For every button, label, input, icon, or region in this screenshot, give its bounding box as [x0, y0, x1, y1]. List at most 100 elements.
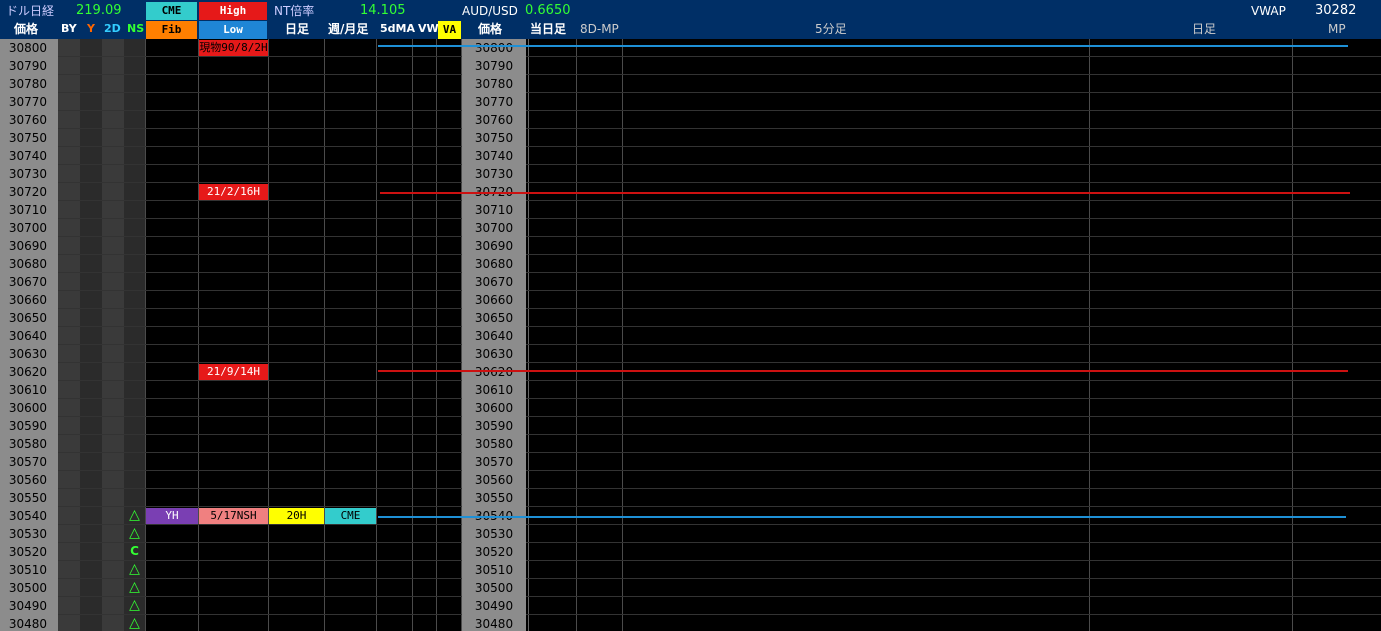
- price-cell: 30710: [474, 203, 514, 217]
- today-column-header: 当日足: [530, 22, 567, 36]
- price-cell: 30580: [474, 437, 514, 451]
- ns-marker: △: [129, 579, 140, 595]
- price-column-right: 30800 30790 30780 30770 30760 30750 30740 30730…: [462, 39, 526, 631]
- row-line: [0, 200, 1381, 201]
- price-cell: 30520: [8, 545, 47, 559]
- price-cell: 30490: [474, 599, 514, 613]
- row-line: [0, 560, 1381, 561]
- price-ladder-grid: 30800 30790 30780 30770 30760 30750 30740 30730…: [0, 39, 1381, 631]
- nt-ratio-value: 14.105: [360, 3, 406, 18]
- row-line: [0, 434, 1381, 435]
- row-line: [0, 452, 1381, 453]
- price-cell: 30630: [474, 347, 514, 361]
- price-cell: 30520: [474, 545, 514, 559]
- price-cell: 30510: [8, 563, 47, 577]
- row-line: [0, 218, 1381, 219]
- weekly-monthly-column-header: 週/月足: [328, 22, 369, 36]
- label-30800: 現物90/8/2H: [199, 40, 268, 56]
- vw-column-header: VW: [418, 22, 439, 35]
- y-column-header: Y: [87, 22, 95, 35]
- row-line: [0, 470, 1381, 471]
- price-cell: 30780: [8, 77, 47, 91]
- fib-header-button[interactable]: Fib: [146, 21, 197, 39]
- 5min-column-header: 5分足: [815, 22, 847, 36]
- daily-column-header: 日足: [285, 22, 310, 36]
- row-line: [0, 380, 1381, 381]
- price-cell: 30700: [8, 221, 47, 235]
- ns-marker: △: [129, 525, 140, 541]
- row-line: [0, 128, 1381, 129]
- price-cell: 30550: [8, 491, 47, 505]
- cme-header-button[interactable]: CME: [146, 2, 197, 20]
- price-cell: 30570: [474, 455, 514, 469]
- price-cell: 30500: [8, 581, 47, 595]
- price-column-left: 30800 30790 30780 30770 30760 30750 30740 30730…: [0, 39, 58, 631]
- price-cell: 30760: [8, 113, 47, 127]
- by-column-header: BY: [61, 22, 77, 35]
- ns-marker: △: [129, 561, 140, 577]
- price-cell: 30750: [8, 131, 47, 145]
- dollar-nikkei-label: ドル日経: [6, 4, 55, 18]
- price-cell: 30570: [8, 455, 47, 469]
- price-cell: 30620: [474, 365, 514, 379]
- price-cell: 30510: [474, 563, 514, 577]
- price-cell: 30660: [474, 293, 514, 307]
- row-line: [0, 110, 1381, 111]
- price-cell: 30690: [474, 239, 514, 253]
- row-line: [0, 614, 1381, 615]
- price-cell: 30690: [8, 239, 47, 253]
- row-line: [0, 182, 1381, 183]
- price-cell: 30740: [474, 149, 514, 163]
- level-line-30620: [378, 370, 1348, 372]
- price-cell: 30770: [8, 95, 47, 109]
- price-cell: 30530: [8, 527, 47, 541]
- row-line: [0, 416, 1381, 417]
- row-line: [0, 506, 1381, 507]
- level-line-30540: [378, 516, 1346, 518]
- price-cell: 30560: [474, 473, 514, 487]
- low-header-button[interactable]: Low: [199, 21, 267, 39]
- price-cell: 30560: [8, 473, 47, 487]
- price-cell: 30780: [474, 77, 514, 91]
- price-cell: 30710: [8, 203, 47, 217]
- label-30620: 21/9/14H: [199, 364, 268, 380]
- price-cell: 30650: [474, 311, 514, 325]
- row-line: [0, 596, 1381, 597]
- vwap-value: 30282: [1315, 3, 1357, 18]
- price-cell: 30640: [474, 329, 514, 343]
- va-column-header[interactable]: VA: [438, 21, 461, 39]
- row-line: [0, 488, 1381, 489]
- price2-column-header: 価格: [478, 22, 503, 36]
- audusd-label: AUD/USD: [462, 4, 518, 18]
- row-line: [0, 236, 1381, 237]
- price-cell: 30480: [474, 617, 514, 631]
- price-cell: 30680: [474, 257, 514, 271]
- label-cme-level: CME: [325, 508, 376, 524]
- label-5-17nsh: 5/17NSH: [199, 508, 268, 524]
- price-cell: 30770: [474, 95, 514, 109]
- price-cell: 30540: [8, 509, 47, 523]
- nt-ratio-label: NT倍率: [274, 4, 315, 18]
- price-cell: 30630: [8, 347, 47, 361]
- ns-marker: △: [129, 615, 140, 631]
- label-20h: 20H: [269, 508, 324, 524]
- ns-column-header: NS: [127, 22, 145, 35]
- price-cell: 30660: [8, 293, 47, 307]
- price-cell: 30500: [474, 581, 514, 595]
- price-cell: 30480: [8, 617, 47, 631]
- 8d-mp-column-header: 8D-MP: [580, 22, 619, 36]
- row-line: [0, 74, 1381, 75]
- price-cell: 30620: [8, 365, 47, 379]
- high-header-button[interactable]: High: [199, 2, 267, 20]
- 5dma-column-header: 5dMA: [380, 22, 415, 35]
- ns-marker: △: [129, 507, 140, 523]
- price-cell: 30750: [474, 131, 514, 145]
- price-cell: 30590: [474, 419, 514, 433]
- row-line: [0, 290, 1381, 291]
- price-cell: 30800: [474, 41, 514, 55]
- row-line: [0, 542, 1381, 543]
- row-line: [0, 92, 1381, 93]
- 2d-column-header: 2D: [104, 22, 121, 35]
- price-cell: 30490: [8, 599, 47, 613]
- row-line: [0, 308, 1381, 309]
